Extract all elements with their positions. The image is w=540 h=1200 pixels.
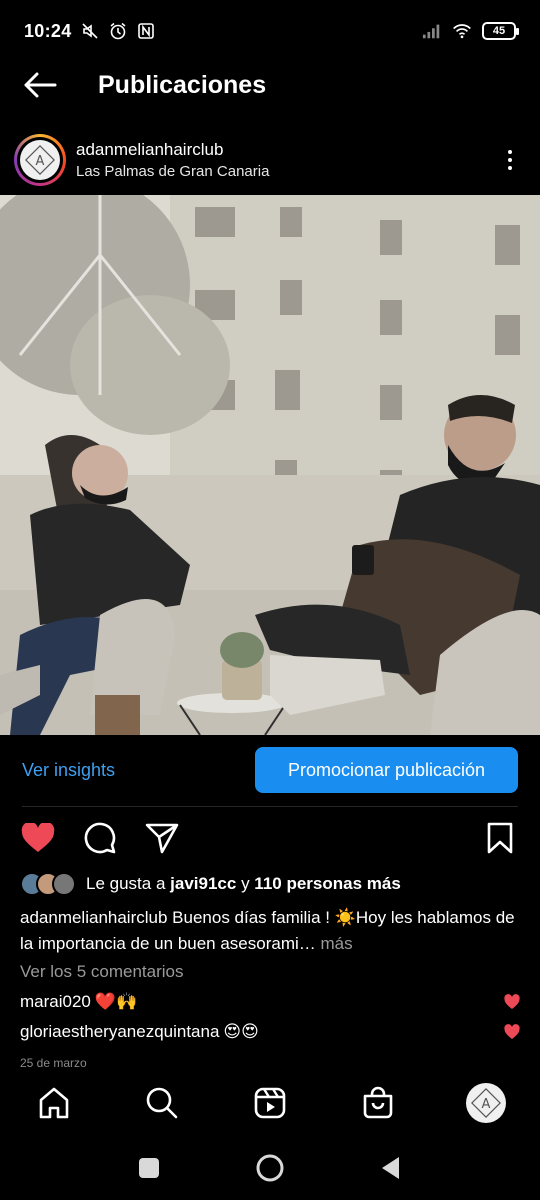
post-username[interactable]: adanmelianhairclub	[76, 140, 269, 160]
share-button[interactable]	[142, 818, 182, 858]
divider	[22, 806, 518, 807]
comment-text: 😍😍	[223, 1022, 259, 1041]
caption: adanmelianhairclub Buenos días familia !…	[20, 905, 520, 957]
user-block: adanmelianhairclub Las Palmas de Gran Ca…	[76, 140, 269, 180]
promote-button[interactable]: Promocionar publicación	[255, 747, 518, 793]
post-actions-row	[0, 815, 540, 861]
likes-others[interactable]: 110 personas más	[254, 874, 400, 894]
view-comments-link[interactable]: Ver los 5 comentarios	[20, 962, 183, 982]
post-date: 25 de marzo	[20, 1056, 87, 1070]
bookmark-icon	[487, 822, 513, 854]
comment-like-icon[interactable]	[504, 1024, 520, 1040]
top-header: Publicaciones	[0, 62, 540, 108]
mute-icon	[80, 21, 100, 41]
svg-text:A: A	[482, 1097, 491, 1112]
caption-username[interactable]: adanmelianhairclub	[20, 908, 167, 927]
post-header: A adanmelianhairclub Las Palmas de Gran …	[0, 130, 540, 190]
recent-apps-icon[interactable]	[137, 1156, 161, 1180]
liker-avatars	[20, 872, 76, 896]
view-insights-link[interactable]: Ver insights	[22, 760, 115, 781]
comment-username[interactable]: marai020	[20, 992, 91, 1012]
cta-row: Ver insights Promocionar publicación	[0, 745, 540, 795]
svg-text:A: A	[36, 154, 45, 169]
system-nav	[0, 1136, 540, 1200]
nav-search[interactable]	[140, 1081, 184, 1125]
profile-avatar[interactable]: A	[14, 134, 66, 186]
heart-filled-icon	[21, 823, 55, 852]
comment-row: marai020 ❤️🙌	[20, 992, 520, 1012]
signal-icon	[422, 21, 442, 41]
comment-username[interactable]: gloriaestheryanezquintana	[20, 1022, 219, 1042]
likes-summary[interactable]: Le gusta a javi91cc y 110 personas más	[20, 872, 401, 896]
post-location[interactable]: Las Palmas de Gran Canaria	[76, 163, 269, 180]
battery-icon: 45	[482, 22, 519, 40]
likes-user[interactable]: javi91cc	[170, 874, 236, 894]
back-triangle-icon[interactable]	[379, 1155, 403, 1181]
comment-row: gloriaestheryanezquintana 😍😍	[20, 1022, 520, 1042]
search-icon	[146, 1087, 178, 1119]
status-left-icons	[80, 21, 156, 41]
status-time: 10:24	[24, 20, 72, 41]
nav-reels[interactable]	[248, 1081, 292, 1125]
alarm-icon	[108, 21, 128, 41]
back-button[interactable]	[0, 62, 80, 108]
likes-prefix: Le gusta a	[86, 874, 166, 893]
bottom-nav: A	[0, 1070, 540, 1136]
brand-logo-icon: A	[20, 140, 60, 180]
post-image[interactable]	[0, 195, 540, 735]
arrow-left-icon	[24, 72, 57, 98]
profile-avatar-icon: A	[466, 1083, 506, 1123]
wifi-icon	[452, 21, 472, 41]
nav-shop[interactable]	[356, 1081, 400, 1125]
like-button[interactable]	[18, 818, 58, 858]
page-title: Publicaciones	[98, 70, 267, 99]
shop-icon	[363, 1086, 393, 1119]
comment-text: ❤️🙌	[94, 992, 138, 1011]
status-bar: 10:24 45	[0, 0, 540, 62]
save-button[interactable]	[480, 818, 520, 858]
nav-home[interactable]	[32, 1081, 76, 1125]
send-icon	[145, 823, 179, 854]
caption-more-link[interactable]: más	[321, 934, 353, 953]
more-options-icon[interactable]	[500, 140, 520, 180]
home-circle-icon[interactable]	[255, 1153, 285, 1183]
comment-button[interactable]	[80, 818, 120, 858]
comment-like-icon[interactable]	[504, 994, 520, 1010]
avatar-inner: A	[17, 137, 63, 183]
nav-profile[interactable]: A	[464, 1081, 508, 1125]
home-icon	[39, 1087, 69, 1119]
reels-icon	[254, 1087, 286, 1119]
comment-icon	[84, 822, 116, 854]
status-right-icons: 45	[422, 21, 519, 41]
post-photo-illustration	[0, 195, 540, 735]
likes-connector: y	[241, 874, 250, 893]
nfc-icon	[136, 21, 156, 41]
liker-avatar	[52, 872, 76, 896]
